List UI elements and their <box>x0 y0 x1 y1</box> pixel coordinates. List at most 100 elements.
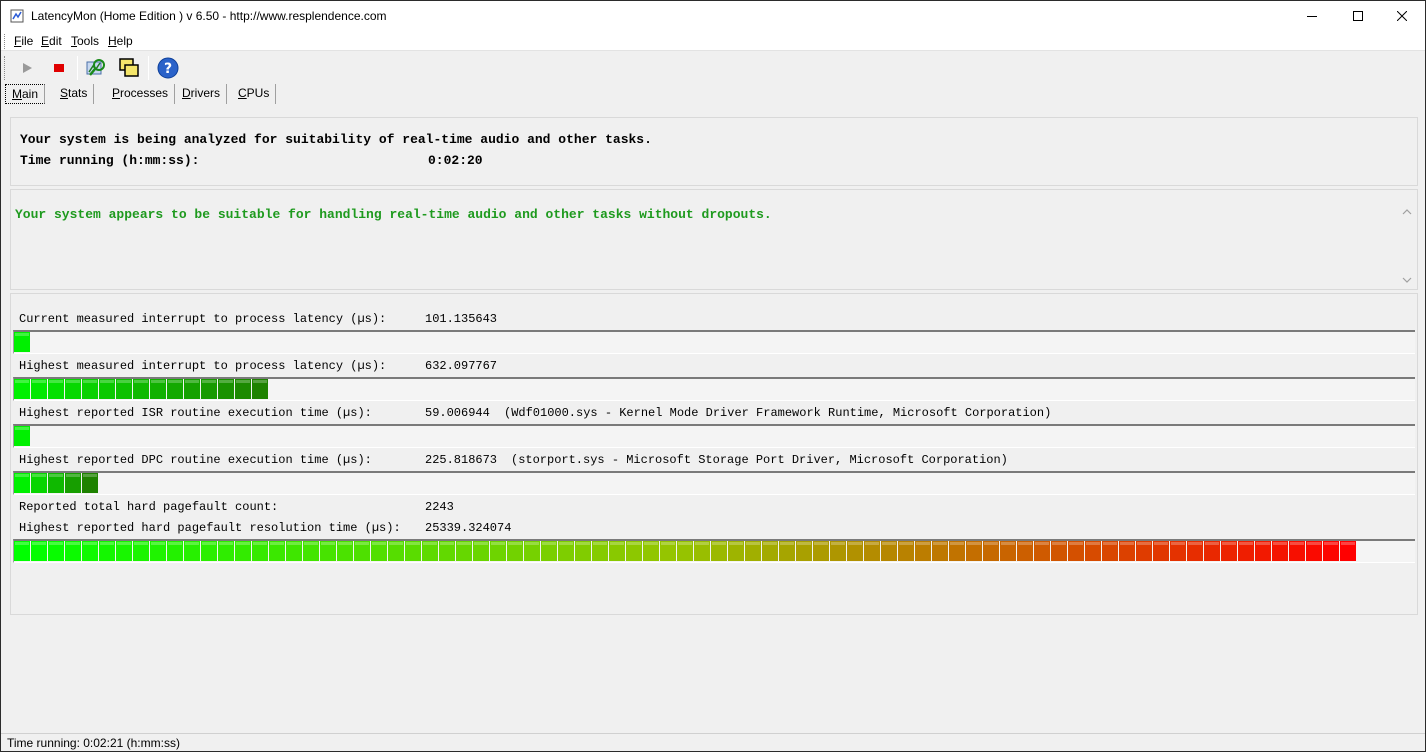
pagefault_time-bar-segment-highlight <box>627 542 641 545</box>
pagefault_time-bar-segment-highlight <box>1239 542 1253 545</box>
pagefault_time-bar-segment-highlight <box>763 542 777 545</box>
dpc-bar-segment-highlight <box>66 474 80 477</box>
isr-value: 59.006944 <box>425 406 490 420</box>
menu-tools[interactable]: Tools <box>71 34 99 48</box>
pagefault_time-bar-segment-highlight <box>1069 542 1083 545</box>
tab-cpus[interactable]: CPUs <box>232 84 277 104</box>
pagefault_time-bar-segment-highlight <box>168 542 182 545</box>
pagefault_time-bar-segment-highlight <box>882 542 896 545</box>
highest_latency-bar-segment-highlight <box>134 380 148 383</box>
verdict-panel: Your system appears to be suitable for h… <box>10 189 1418 290</box>
start-button[interactable] <box>15 56 39 80</box>
pagefault_time-bar-segment-highlight <box>219 542 233 545</box>
report-icon <box>86 59 105 76</box>
highest-latency-label: Highest measured interrupt to process la… <box>19 359 387 373</box>
pagefault_time-bar-segment-highlight <box>678 542 692 545</box>
time-running-label: Time running (h:mm:ss): <box>20 153 200 168</box>
pagefault_time-bar-segment-highlight <box>1256 542 1270 545</box>
help-button[interactable]: ? <box>156 56 180 80</box>
pagefault_time-bar-segment-highlight <box>933 542 947 545</box>
toolbar-separator <box>148 56 149 80</box>
pagefault_time-bar-segment-highlight <box>916 542 930 545</box>
tab-strip: Main Stats Processes Drivers CPUs <box>1 82 1425 104</box>
isr-bar-segment-highlight <box>15 427 29 430</box>
pagefault_time-bar-segment-highlight <box>321 542 335 545</box>
pagefault_time-bar-segment-highlight <box>1290 542 1304 545</box>
pagefault_time-bar-segment-highlight <box>729 542 743 545</box>
pagefault_time-bar-segment-highlight <box>15 542 29 545</box>
tab-main[interactable]: Main <box>5 84 46 104</box>
menu-help[interactable]: Help <box>108 34 133 48</box>
pagefault_time-bar-segment-highlight <box>1052 542 1066 545</box>
pagefault_time-bar-segment-highlight <box>355 542 369 545</box>
tab-drivers[interactable]: Drivers <box>176 84 228 104</box>
pagefault-count-value: 2243 <box>425 500 454 514</box>
menu-edit[interactable]: Edit <box>41 34 62 48</box>
stop-button[interactable] <box>47 56 71 80</box>
scroll-down-icon[interactable] <box>1402 276 1412 284</box>
pagefault_time-bar-segment-highlight <box>1205 542 1219 545</box>
pagefault_time-bar-segment-highlight <box>967 542 981 545</box>
highest_latency-bar-segment-highlight <box>236 380 250 383</box>
pagefault_time-bar-segment-highlight <box>661 542 675 545</box>
highest_latency-bar-segment-highlight <box>202 380 216 383</box>
pagefault-time-bar <box>13 539 1415 563</box>
status-bar-text: Time running: 0:02:21 (h:mm:ss) <box>7 736 180 750</box>
minimize-button[interactable] <box>1289 1 1335 31</box>
pagefault_time-bar-segment-highlight <box>338 542 352 545</box>
isr-driver-detail: (Wdf01000.sys - Kernel Mode Driver Frame… <box>504 406 1052 420</box>
toolbar-separator <box>77 56 78 80</box>
toolbar-grip <box>4 56 6 80</box>
menu-file[interactable]: File <box>14 34 33 48</box>
pagefault_time-bar-segment-highlight <box>1103 542 1117 545</box>
close-button[interactable] <box>1379 1 1425 31</box>
current-latency-bar <box>13 330 1415 354</box>
pagefault_time-bar-segment-highlight <box>1001 542 1015 545</box>
maximize-button[interactable] <box>1335 1 1381 31</box>
pagefault-time-label: Highest reported hard pagefault resoluti… <box>19 521 401 535</box>
highest_latency-bar-segment-highlight <box>151 380 165 383</box>
pagefault_time-bar-segment-highlight <box>66 542 80 545</box>
tab-stats[interactable]: Stats <box>54 84 95 104</box>
pagefault_time-bar-segment-highlight <box>457 542 471 545</box>
dpc-bar <box>13 471 1415 495</box>
pagefault-time-value: 25339.324074 <box>425 521 512 535</box>
tab-processes[interactable]: Processes <box>106 84 176 104</box>
pagefault_time-bar-segment-highlight <box>1324 542 1338 545</box>
title-bar: LatencyMon (Home Edition ) v 6.50 - http… <box>1 1 1425 31</box>
pagefault_time-bar-segment-highlight <box>814 542 828 545</box>
status-bar: Time running: 0:02:21 (h:mm:ss) <box>1 733 1425 751</box>
verdict-scrollbar[interactable] <box>1399 204 1416 288</box>
pagefault_time-bar-segment-highlight <box>49 542 63 545</box>
pagefault_time-bar-segment-highlight <box>950 542 964 545</box>
pagefault_time-bar-segment-highlight <box>236 542 250 545</box>
highest_latency-bar-segment-highlight <box>253 380 267 383</box>
dpc-driver-detail: (storport.sys - Microsoft Storage Port D… <box>511 453 1008 467</box>
pagefault_time-bar-segment-highlight <box>389 542 403 545</box>
pagefault_time-bar-segment-highlight <box>576 542 590 545</box>
pagefault_time-bar-segment-highlight <box>508 542 522 545</box>
menu-bar: File Edit Tools Help <box>1 31 1425 51</box>
highest_latency-bar-segment-highlight <box>15 380 29 383</box>
pagefault_time-bar-segment-highlight <box>525 542 539 545</box>
report-button[interactable] <box>84 56 108 80</box>
windows-button[interactable] <box>117 56 141 80</box>
pagefault_time-bar-segment-highlight <box>780 542 794 545</box>
pagefault_time-bar-segment-highlight <box>797 542 811 545</box>
dpc-label: Highest reported DPC routine execution t… <box>19 453 372 467</box>
pagefault_time-bar-segment-highlight <box>474 542 488 545</box>
pagefault_time-bar-segment-highlight <box>899 542 913 545</box>
pagefault_time-bar-segment-highlight <box>1154 542 1168 545</box>
pagefault_time-bar-segment-highlight <box>1222 542 1236 545</box>
minimize-icon <box>1307 16 1317 17</box>
stop-icon <box>54 64 64 72</box>
pagefault_time-bar-segment-highlight <box>202 542 216 545</box>
pagefault_time-bar-segment-highlight <box>712 542 726 545</box>
analysis-message: Your system is being analyzed for suitab… <box>20 132 652 147</box>
menu-grip <box>4 34 6 49</box>
scroll-up-icon[interactable] <box>1402 208 1412 216</box>
pagefault_time-bar-segment-highlight <box>1035 542 1049 545</box>
pagefault_time-bar-segment-highlight <box>746 542 760 545</box>
pagefault_time-bar-segment-highlight <box>440 542 454 545</box>
pagefault_time-bar-segment-highlight <box>287 542 301 545</box>
